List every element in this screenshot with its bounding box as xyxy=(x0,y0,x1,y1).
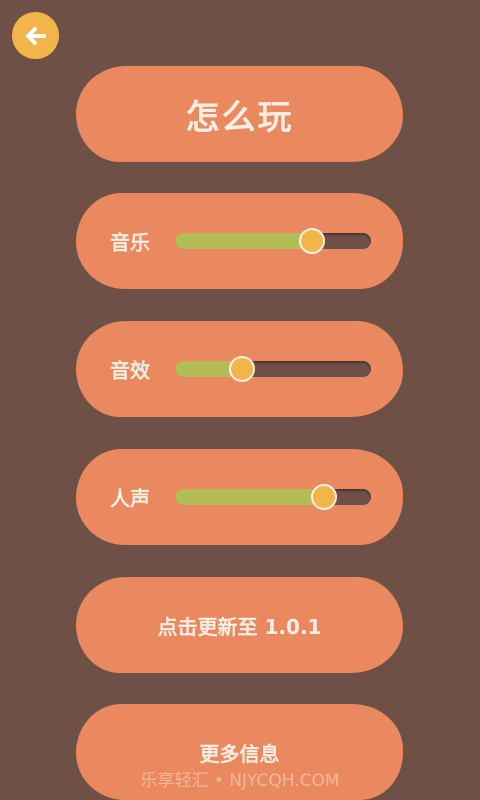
voice-setting: 人声 xyxy=(76,449,403,545)
music-label: 音乐 xyxy=(110,230,150,255)
voice-label: 人声 xyxy=(110,486,150,511)
arrow-left-icon xyxy=(25,26,46,45)
sound-effects-slider[interactable] xyxy=(175,356,371,382)
watermark: 乐享轻汇 • NJYCQH.COM xyxy=(140,771,340,791)
voice-slider-knob[interactable] xyxy=(310,484,337,510)
page-title: 怎么玩 xyxy=(185,97,294,138)
music-slider-fill xyxy=(175,233,313,249)
update-button-label: 点击更新至 1.0.1 xyxy=(157,614,322,639)
music-slider-knob[interactable] xyxy=(299,228,326,254)
sound-effects-slider-knob[interactable] xyxy=(228,356,255,382)
how-to-play-button[interactable]: 怎么玩 xyxy=(76,66,403,162)
sound-effects-setting: 音效 xyxy=(76,321,403,417)
more-info-button-label: 更多信息 xyxy=(199,741,280,766)
sound-effects-label: 音效 xyxy=(110,358,150,383)
music-slider[interactable] xyxy=(175,228,371,254)
voice-slider-fill xyxy=(175,489,324,505)
update-button[interactable]: 点击更新至 1.0.1 xyxy=(76,577,403,673)
voice-slider[interactable] xyxy=(175,484,371,510)
music-setting: 音乐 xyxy=(76,193,403,289)
back-button[interactable] xyxy=(12,12,59,59)
